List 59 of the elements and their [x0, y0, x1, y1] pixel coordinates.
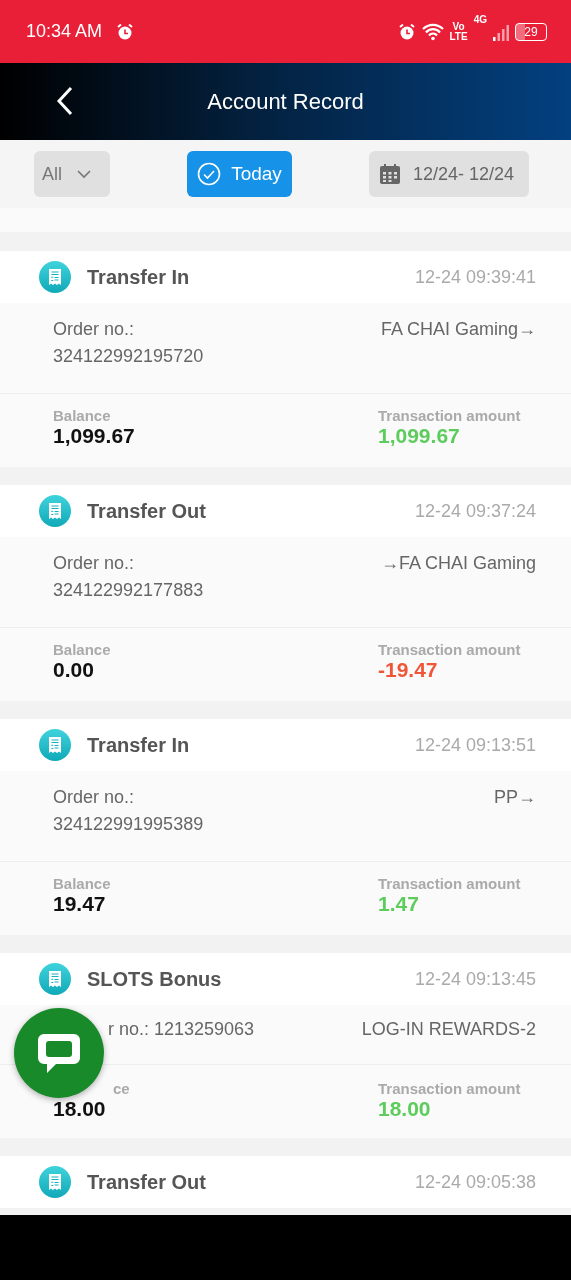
bonus-source: LOG-IN REWARDS-2 — [361, 1019, 536, 1041]
back-icon[interactable] — [55, 85, 75, 117]
record-time: 12-24 09:05:38 — [414, 1171, 536, 1193]
alarm-icon — [397, 22, 416, 41]
amount-value: 18.00 — [378, 1097, 432, 1121]
clock: 10:34 AM — [26, 21, 103, 42]
type-dropdown[interactable]: All — [34, 151, 110, 197]
record-title: SLOTS Bonus — [87, 967, 222, 991]
receipt-icon — [39, 495, 71, 527]
amount-label: Transaction amount — [378, 407, 522, 424]
balance-label: Balance — [53, 407, 112, 424]
transfer-target: FA CHAI Gaming→ — [380, 319, 536, 341]
order-number: r no.: 1213259063 — [107, 1019, 255, 1041]
balance-value: 1,099.67 — [53, 424, 135, 448]
record-title: Transfer In — [87, 265, 190, 289]
balance-label: Balance — [53, 875, 111, 892]
record-time: 12-24 09:39:41 — [414, 266, 536, 288]
today-button[interactable]: Today — [187, 151, 292, 197]
volte-label: Vo — [451, 21, 466, 32]
order-label: Order no.: — [53, 319, 136, 340]
receipt-icon — [39, 729, 71, 761]
date-range-button[interactable]: 12/24- 12/24 — [369, 151, 529, 197]
amount-value: -19.47 — [378, 658, 439, 682]
record-title: Transfer Out — [87, 1170, 206, 1194]
page-title: Account Record — [207, 88, 364, 115]
amount-label: Transaction amount — [378, 875, 522, 892]
record-title: Transfer In — [87, 733, 190, 757]
amount-value: 1.47 — [378, 892, 420, 916]
record-time: 12-24 09:13:45 — [414, 968, 536, 990]
wifi-icon — [421, 22, 444, 41]
receipt-icon — [39, 963, 71, 995]
amount-label: Transaction amount — [378, 641, 522, 658]
record-title: Transfer Out — [87, 499, 206, 523]
signal-icon — [493, 22, 509, 41]
order-label: Order no.: — [53, 787, 136, 808]
order-number: 324122992177883 — [53, 580, 204, 601]
amount-value: 1,099.67 — [378, 424, 461, 448]
alarm-icon — [116, 22, 135, 41]
calendar-icon — [379, 163, 401, 185]
balance-label: Balance — [53, 641, 111, 658]
transfer-target: →FA CHAI Gaming — [380, 553, 536, 575]
balance-value: 19.47 — [53, 892, 107, 916]
transfer-target: PP→ — [494, 787, 536, 809]
receipt-icon — [39, 261, 71, 293]
order-number: 324122991995389 — [53, 814, 204, 835]
order-number: 324122992195720 — [53, 346, 204, 367]
network-label: 4G — [473, 13, 487, 25]
check-circle-icon — [197, 162, 222, 186]
volte-label: LTE — [449, 31, 468, 42]
balance-label: ce — [112, 1080, 130, 1097]
order-label: Order no.: — [53, 553, 136, 574]
battery-indicator: 29 — [515, 22, 547, 41]
receipt-icon — [39, 1166, 71, 1198]
amount-label: Transaction amount — [378, 1080, 522, 1097]
balance-value: 18.00 — [53, 1097, 107, 1121]
record-time: 12-24 09:13:51 — [414, 734, 536, 756]
caret-icon — [76, 169, 92, 179]
record-time: 12-24 09:37:24 — [414, 500, 536, 522]
balance-value: 0.00 — [53, 658, 95, 682]
